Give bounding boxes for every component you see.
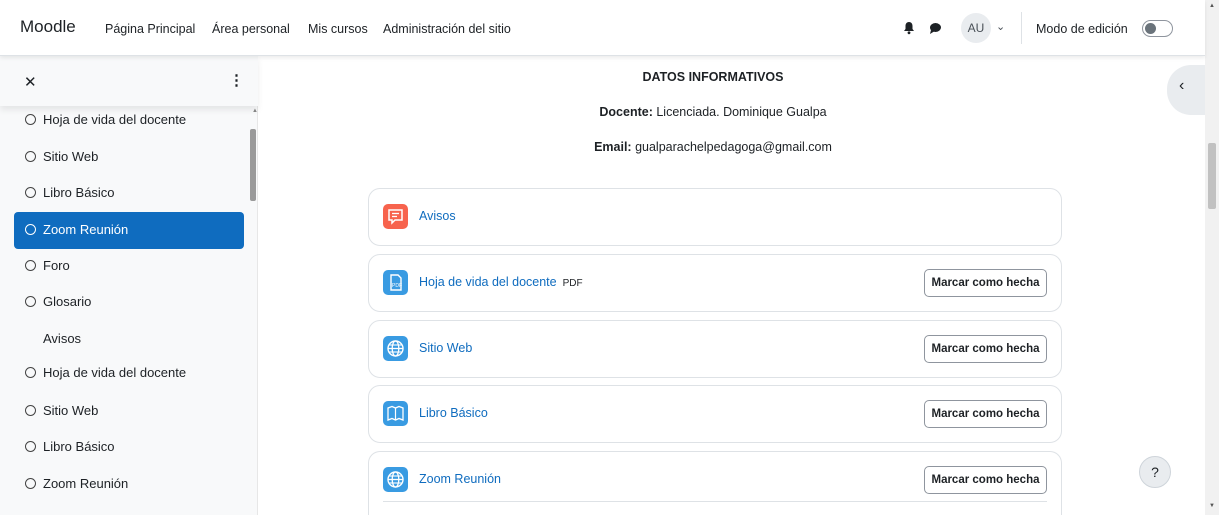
email-info: Email: gualparachelpedagoga@gmail.com bbox=[258, 140, 1168, 154]
activity-name: Zoom Reunión bbox=[419, 472, 501, 486]
completion-circle-icon bbox=[25, 187, 36, 198]
globe-icon bbox=[383, 467, 408, 492]
more-options-icon[interactable]: ⋮ bbox=[229, 71, 244, 89]
nav-link-dashboard[interactable]: Área personal bbox=[212, 22, 290, 36]
completion-circle-icon bbox=[25, 367, 36, 378]
edit-mode-toggle[interactable] bbox=[1142, 20, 1173, 37]
site-brand[interactable]: Moodle bbox=[20, 17, 76, 37]
open-block-drawer-button[interactable]: ‹ bbox=[1167, 65, 1205, 115]
activity-name: Sitio Web bbox=[419, 341, 473, 355]
navbar-divider bbox=[1021, 12, 1022, 44]
course-index-item[interactable]: Glosario bbox=[14, 284, 244, 321]
top-navbar: Moodle Página Principal Área personal Mi… bbox=[0, 0, 1205, 56]
completion-circle-icon bbox=[25, 224, 36, 235]
completion-circle-icon bbox=[25, 151, 36, 162]
course-index-item[interactable]: Avisos bbox=[14, 321, 244, 358]
activity-card: PDF Hoja de vida del docente PDF Marcar com… bbox=[368, 254, 1062, 312]
nav-link-my-courses[interactable]: Mis cursos bbox=[308, 22, 368, 36]
course-index-item[interactable]: Foro bbox=[14, 248, 244, 285]
globe-icon bbox=[383, 336, 408, 361]
course-index-item[interactable]: Zoom Reunión bbox=[14, 466, 244, 503]
teacher-name: Licenciada. Dominique Gualpa bbox=[656, 105, 827, 119]
activity-name: Libro Básico bbox=[419, 406, 488, 420]
section-title: DATOS INFORMATIVOS bbox=[642, 70, 784, 84]
course-index-item-label: Foro bbox=[43, 258, 70, 273]
chevron-down-icon[interactable]: ⌄ bbox=[996, 20, 1005, 33]
book-icon bbox=[383, 401, 408, 426]
course-index-item-label: Hoja de vida del docente bbox=[43, 112, 187, 127]
completion-circle-icon bbox=[25, 114, 36, 125]
email-value: gualparachelpedagoga@gmail.com bbox=[635, 140, 832, 154]
completion-circle-icon bbox=[25, 478, 36, 489]
nav-link-site-admin[interactable]: Administración del sitio bbox=[383, 22, 511, 36]
course-index-item[interactable]: Sitio Web bbox=[14, 393, 244, 430]
course-index-item-label: Zoom Reunión bbox=[43, 222, 129, 237]
activity-link[interactable]: Avisos bbox=[419, 209, 456, 223]
course-index-drawer: ✕ ⋮ ▲ Hoja de vida del docente Sitio Web L… bbox=[0, 56, 258, 515]
course-index-item-label: Libro Básico bbox=[43, 439, 115, 454]
activity-card: Zoom Reunión Marcar como hecha bbox=[368, 451, 1062, 515]
course-index-item-label: Libro Básico bbox=[43, 185, 115, 200]
completion-circle-icon bbox=[25, 260, 36, 271]
activity-link[interactable]: Hoja de vida del docente PDF bbox=[419, 275, 583, 289]
course-index-item[interactable]: Sitio Web bbox=[14, 139, 244, 176]
help-button[interactable]: ? bbox=[1139, 456, 1171, 488]
course-index-item-label: Avisos bbox=[43, 331, 82, 346]
page-scrollbar[interactable]: ▲ ▼ bbox=[1205, 0, 1219, 515]
activity-name: Avisos bbox=[419, 209, 456, 223]
file-type-badge: PDF bbox=[562, 278, 583, 289]
activity-card: Sitio Web Marcar como hecha bbox=[368, 320, 1062, 378]
activity-link[interactable]: Sitio Web bbox=[419, 341, 472, 355]
scroll-thumb[interactable] bbox=[1208, 143, 1216, 209]
course-index-item-label: Zoom Reunión bbox=[43, 476, 129, 491]
activity-link[interactable]: Zoom Reunión bbox=[419, 472, 501, 486]
course-index-item[interactable]: Libro Básico bbox=[14, 175, 244, 212]
course-index-item-label: Glosario bbox=[43, 294, 92, 309]
forum-icon bbox=[383, 204, 408, 229]
scroll-down-icon[interactable]: ▼ bbox=[1209, 503, 1215, 509]
activity-card: Avisos bbox=[368, 188, 1062, 246]
teacher-info: Docente: Licenciada. Dominique Gualpa bbox=[258, 105, 1168, 119]
mark-as-done-button[interactable]: Marcar como hecha bbox=[924, 466, 1047, 494]
course-index-item[interactable]: Hoja de vida del docente bbox=[14, 355, 244, 392]
nav-link-home[interactable]: Página Principal bbox=[105, 22, 195, 36]
close-icon[interactable]: ✕ bbox=[24, 73, 37, 91]
drawer-header: ✕ ⋮ bbox=[0, 56, 258, 106]
activity-card: Libro Básico Marcar como hecha bbox=[368, 385, 1062, 443]
scroll-up-icon[interactable]: ▲ bbox=[1209, 3, 1215, 9]
mark-as-done-button[interactable]: Marcar como hecha bbox=[924, 269, 1047, 297]
email-label: Email: bbox=[594, 140, 632, 154]
mark-as-done-button[interactable]: Marcar como hecha bbox=[924, 400, 1047, 428]
chat-bubble-icon[interactable] bbox=[928, 21, 942, 35]
bell-icon[interactable] bbox=[902, 21, 916, 35]
completion-circle-icon bbox=[25, 441, 36, 452]
pdf-file-icon: PDF bbox=[383, 270, 408, 295]
course-index-item[interactable]: Libro Básico bbox=[14, 429, 244, 466]
edit-mode-label: Modo de edición bbox=[1036, 22, 1128, 36]
course-index-item[interactable]: Zoom Reunión bbox=[14, 212, 244, 249]
course-index-item-label: Sitio Web bbox=[43, 149, 99, 164]
course-index-item[interactable]: Hoja de vida del docente bbox=[14, 102, 244, 139]
teacher-label: Docente: bbox=[599, 105, 653, 119]
drawer-scrollbar[interactable] bbox=[250, 129, 256, 201]
course-index-item-label: Sitio Web bbox=[43, 403, 99, 418]
activity-name: Hoja de vida del docente bbox=[419, 275, 557, 289]
mark-as-done-button[interactable]: Marcar como hecha bbox=[924, 335, 1047, 363]
completion-circle-icon bbox=[25, 405, 36, 416]
chevron-left-icon: ‹ bbox=[1179, 77, 1185, 94]
toggle-knob bbox=[1145, 23, 1156, 34]
activity-separator bbox=[383, 501, 1047, 502]
user-avatar[interactable]: AU bbox=[961, 13, 991, 43]
course-index-item-label: Hoja de vida del docente bbox=[43, 365, 187, 380]
completion-circle-icon bbox=[25, 296, 36, 307]
activity-link[interactable]: Libro Básico bbox=[419, 406, 488, 420]
svg-text:PDF: PDF bbox=[392, 283, 402, 289]
